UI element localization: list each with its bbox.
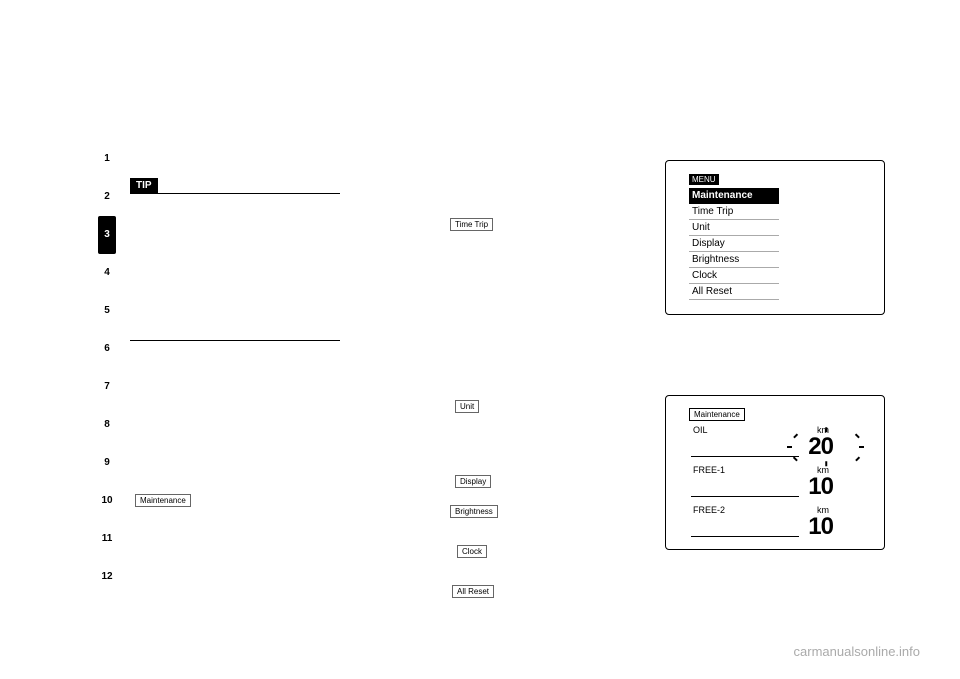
menu-item-all-reset: All Reset bbox=[689, 284, 779, 300]
menu-item-unit: Unit bbox=[689, 220, 779, 236]
tip-callout: TIP bbox=[130, 178, 340, 194]
display-label-box: Display bbox=[455, 475, 491, 488]
free1-value: 10 bbox=[808, 473, 833, 501]
free1-label: FREE-1 bbox=[693, 465, 725, 475]
maintenance-label-box: Maintenance bbox=[135, 494, 191, 507]
free2-value: 10 bbox=[808, 513, 833, 541]
free2-label: FREE-2 bbox=[693, 505, 725, 515]
chapter-num: 8 bbox=[98, 406, 116, 444]
divider bbox=[130, 193, 340, 194]
chapter-num: 1 bbox=[98, 140, 116, 178]
menu-heading: MENU bbox=[689, 174, 719, 185]
flashing-ticks-icon bbox=[791, 432, 863, 464]
chapter-num: 9 bbox=[98, 444, 116, 482]
chapter-num: 10 bbox=[98, 482, 116, 520]
chapter-num: 3 bbox=[98, 216, 116, 254]
maintenance-row-free1: FREE-1 km 10 bbox=[689, 465, 861, 501]
watermark: carmanualsonline.info bbox=[794, 644, 920, 659]
chapter-num: 12 bbox=[98, 558, 116, 596]
maintenance-row-free2: FREE-2 km 10 bbox=[689, 505, 861, 541]
maintenance-heading: Maintenance bbox=[689, 408, 745, 421]
tip-label: TIP bbox=[130, 178, 158, 193]
oil-label: OIL bbox=[693, 425, 708, 435]
unit-label-box: Unit bbox=[455, 400, 479, 413]
lcd-screen-maintenance: Maintenance OIL km 20 FREE-1 bbox=[665, 395, 885, 550]
all-reset-label-box: All Reset bbox=[452, 585, 494, 598]
chapter-num: 5 bbox=[98, 292, 116, 330]
chapter-num: 6 bbox=[98, 330, 116, 368]
chapter-num: 11 bbox=[98, 520, 116, 558]
clock-label-box: Clock bbox=[457, 545, 487, 558]
divider bbox=[691, 496, 799, 497]
menu-item-time-trip: Time Trip bbox=[689, 204, 779, 220]
divider bbox=[130, 340, 340, 341]
chapter-num: 2 bbox=[98, 178, 116, 216]
chapter-num: 4 bbox=[98, 254, 116, 292]
time-trip-label-box: Time Trip bbox=[450, 218, 493, 231]
menu-item-display: Display bbox=[689, 236, 779, 252]
divider bbox=[691, 456, 799, 457]
chapter-number-strip: 1 2 3 4 5 6 7 8 9 10 11 12 bbox=[98, 140, 116, 596]
divider bbox=[691, 536, 799, 537]
lcd-screen-menu: MENU Maintenance Time Trip Unit Display … bbox=[665, 160, 885, 315]
maintenance-row-oil: OIL km 20 bbox=[689, 425, 861, 461]
page: 1 2 3 4 5 6 7 8 9 10 11 12 TIP Maintenan… bbox=[0, 0, 960, 679]
brightness-label-box: Brightness bbox=[450, 505, 498, 518]
menu-item-brightness: Brightness bbox=[689, 252, 779, 268]
menu-item-maintenance: Maintenance bbox=[689, 188, 779, 204]
chapter-num: 7 bbox=[98, 368, 116, 406]
menu-item-clock: Clock bbox=[689, 268, 779, 284]
